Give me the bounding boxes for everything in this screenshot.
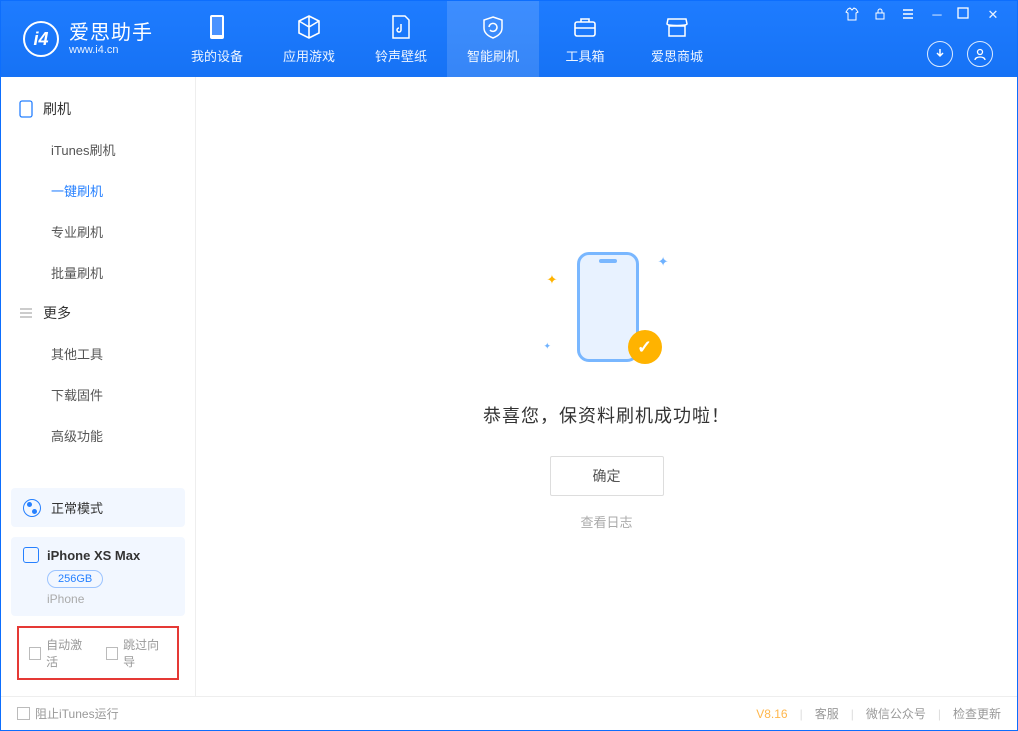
window-controls: ─ ✕: [845, 7, 1001, 23]
user-button[interactable]: [967, 41, 993, 67]
check-icon: ✓: [628, 330, 662, 364]
group-title: 刷机: [43, 99, 71, 119]
footer-link-support[interactable]: 客服: [815, 705, 839, 722]
briefcase-icon: [572, 14, 598, 40]
sidebar-item-itunes-flash[interactable]: iTunes刷机: [1, 129, 195, 170]
mode-label: 正常模式: [51, 498, 103, 517]
sidebar-item-download-firmware[interactable]: 下载固件: [1, 374, 195, 415]
device-card[interactable]: iPhone XS Max 256GB iPhone: [11, 537, 185, 616]
footer: 阻止iTunes运行 V8.16 | 客服 | 微信公众号 | 检查更新: [1, 696, 1017, 730]
store-icon: [664, 14, 690, 40]
lock-icon[interactable]: [873, 7, 889, 23]
tab-toolbox[interactable]: 工具箱: [539, 1, 631, 77]
success-illustration: ✓ ✦ ✦ ✦: [542, 242, 672, 372]
tab-label: 爱思商城: [651, 46, 703, 65]
download-button[interactable]: [927, 41, 953, 67]
tab-label: 工具箱: [565, 46, 604, 65]
minimize-button[interactable]: ─: [929, 7, 945, 23]
sidebar-item-oneclick-flash[interactable]: 一键刷机: [1, 170, 195, 211]
app-subtitle: www.i4.cn: [69, 44, 153, 56]
ok-button[interactable]: 确定: [550, 456, 664, 496]
main-content: ✓ ✦ ✦ ✦ 恭喜您，保资料刷机成功啦！ 确定 查看日志: [196, 77, 1017, 696]
sidebar-item-batch-flash[interactable]: 批量刷机: [1, 252, 195, 293]
tshirt-icon[interactable]: [845, 7, 861, 23]
logo: i4 爱思助手 www.i4.cn: [1, 21, 171, 57]
device-type: iPhone: [47, 592, 173, 606]
tab-apps-games[interactable]: 应用游戏: [263, 1, 355, 77]
version-label: V8.16: [756, 707, 787, 721]
sidebar-group-flash: 刷机: [1, 89, 195, 129]
tab-ringtones[interactable]: 铃声壁纸: [355, 1, 447, 77]
mode-icon: [23, 499, 41, 517]
device-name: iPhone XS Max: [47, 548, 140, 563]
close-button[interactable]: ✕: [985, 7, 1001, 23]
sparkle-icon: ✦: [658, 254, 669, 270]
tab-label: 智能刷机: [467, 46, 519, 65]
view-log-link[interactable]: 查看日志: [580, 512, 632, 531]
sidebar-item-pro-flash[interactable]: 专业刷机: [1, 211, 195, 252]
sidebar: 刷机 iTunes刷机 一键刷机 专业刷机 批量刷机 更多 其他工具 下载固件 …: [1, 77, 196, 696]
cube-icon: [296, 14, 322, 40]
success-message: 恭喜您，保资料刷机成功啦！: [483, 402, 730, 428]
tab-my-device[interactable]: 我的设备: [171, 1, 263, 77]
checkbox-icon: [29, 647, 41, 660]
sparkle-icon: ✦: [547, 272, 558, 288]
tab-label: 铃声壁纸: [375, 46, 427, 65]
tab-flash[interactable]: 智能刷机: [447, 1, 539, 77]
checkbox-icon: [106, 647, 118, 660]
sidebar-item-other-tools[interactable]: 其他工具: [1, 333, 195, 374]
phone-outline-icon: [19, 100, 33, 118]
checkbox-label: 阻止iTunes运行: [35, 705, 119, 722]
checkbox-block-itunes[interactable]: 阻止iTunes运行: [17, 705, 119, 722]
sidebar-group-more: 更多: [1, 293, 195, 333]
logo-icon: i4: [23, 21, 59, 57]
tab-label: 我的设备: [191, 46, 243, 65]
main-tabs: 我的设备 应用游戏 铃声壁纸 智能刷机 工具箱 爱思商城: [171, 1, 723, 77]
checkbox-auto-activate[interactable]: 自动激活: [29, 636, 90, 670]
footer-link-wechat[interactable]: 微信公众号: [866, 705, 926, 722]
refresh-shield-icon: [480, 14, 506, 40]
highlighted-options: 自动激活 跳过向导: [17, 626, 179, 680]
footer-link-update[interactable]: 检查更新: [953, 705, 1001, 722]
header: i4 爱思助手 www.i4.cn 我的设备 应用游戏 铃声壁纸 智能刷机: [1, 1, 1017, 77]
sparkle-icon: ✦: [544, 341, 552, 352]
menu-icon[interactable]: [901, 7, 917, 23]
music-file-icon: [388, 14, 414, 40]
list-icon: [19, 306, 33, 320]
checkbox-icon: [17, 707, 30, 720]
maximize-button[interactable]: [957, 7, 973, 23]
sidebar-item-advanced[interactable]: 高级功能: [1, 415, 195, 456]
tab-store[interactable]: 爱思商城: [631, 1, 723, 77]
device-icon: [23, 547, 39, 563]
mode-card[interactable]: 正常模式: [11, 488, 185, 527]
checkbox-skip-guide[interactable]: 跳过向导: [106, 636, 167, 670]
app-window: i4 爱思助手 www.i4.cn 我的设备 应用游戏 铃声壁纸 智能刷机: [0, 0, 1018, 731]
group-title: 更多: [43, 303, 71, 323]
phone-icon: [204, 14, 230, 40]
checkbox-label: 自动激活: [46, 636, 90, 670]
checkbox-label: 跳过向导: [123, 636, 167, 670]
app-title: 爱思助手: [69, 22, 153, 44]
device-storage: 256GB: [47, 570, 103, 588]
tab-label: 应用游戏: [283, 46, 335, 65]
